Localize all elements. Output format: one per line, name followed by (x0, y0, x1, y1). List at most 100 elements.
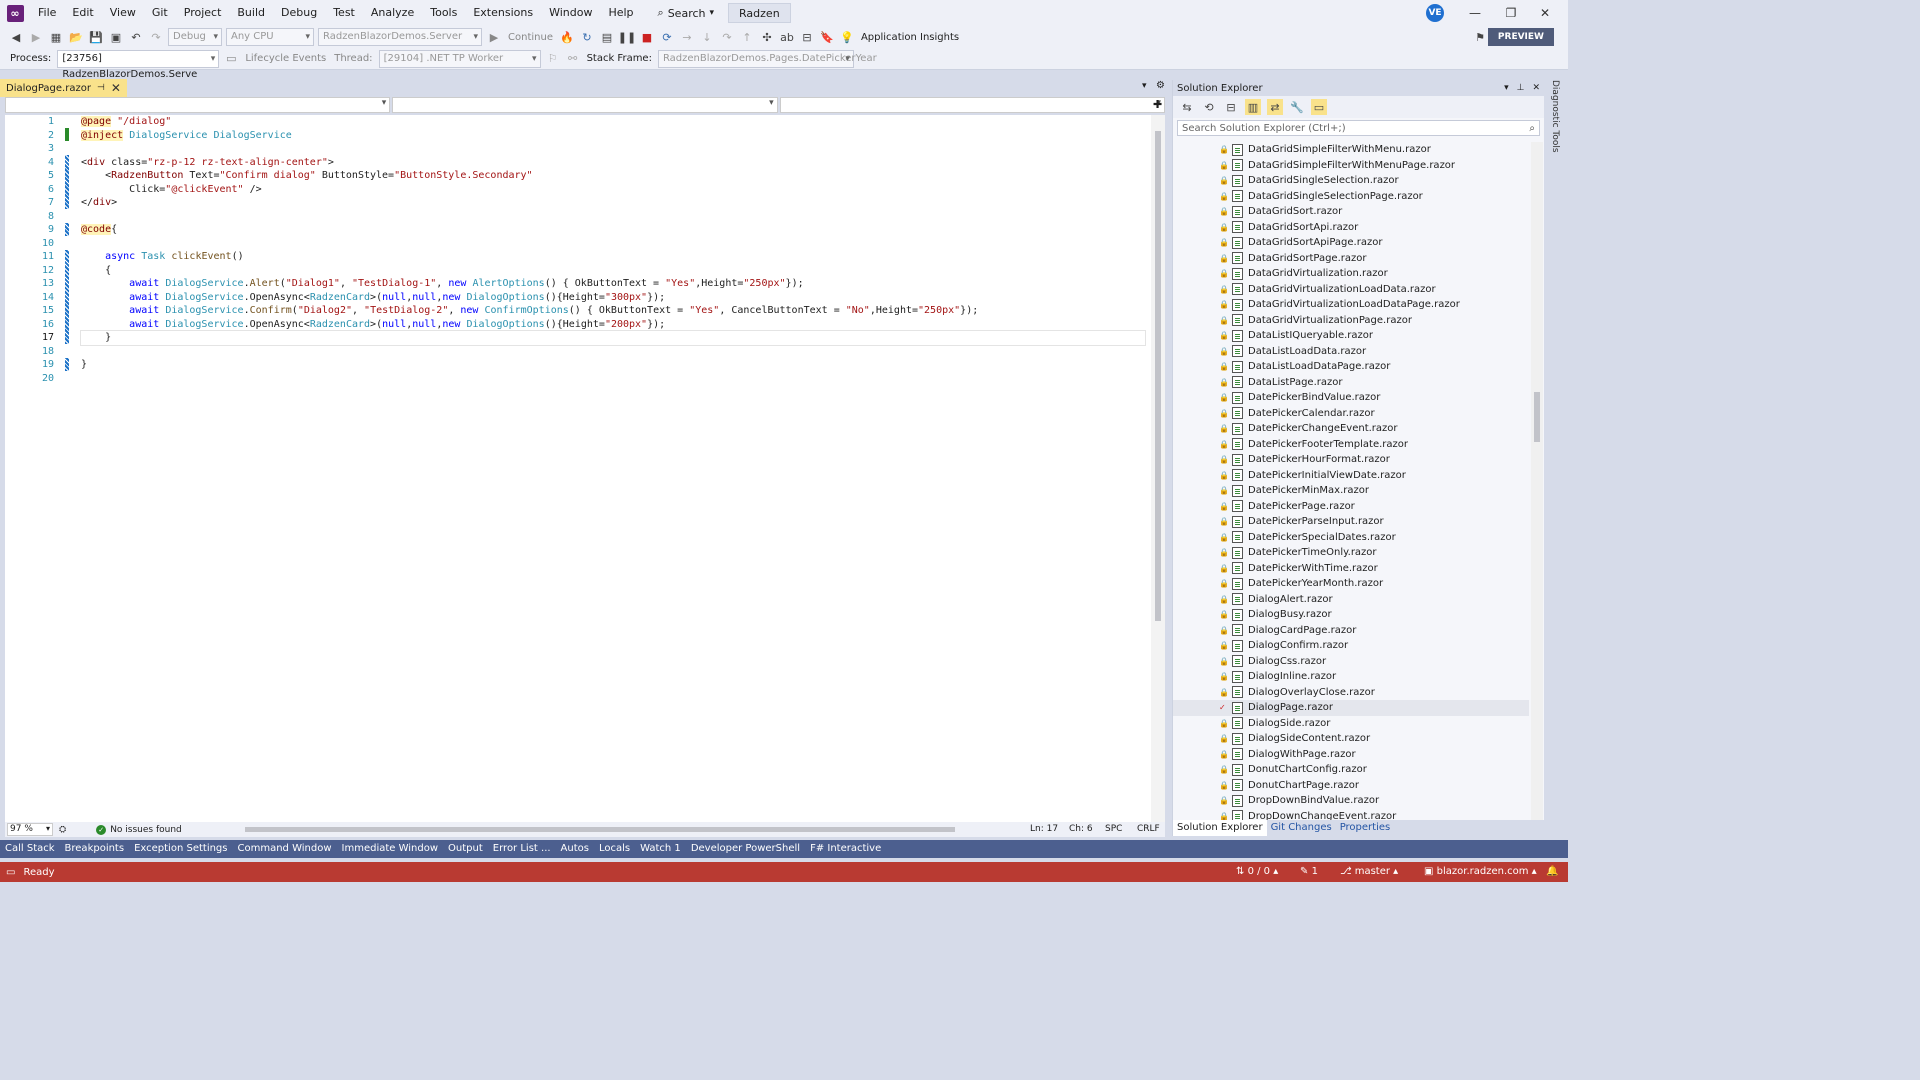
code-line[interactable]: await DialogService.OpenAsync<RadzenCard… (81, 318, 1145, 332)
close-panel-icon[interactable]: ✕ (1532, 83, 1540, 93)
menu-build[interactable]: Build (229, 0, 273, 26)
tool-tab-locals[interactable]: Locals (594, 840, 635, 858)
tree-item[interactable]: 🔒 DonutChartPage.razor (1173, 778, 1529, 794)
flag-thread-icon[interactable]: ⚐ (545, 51, 561, 67)
back-icon[interactable]: ◀ (8, 29, 24, 45)
tab-solution-explorer[interactable]: Solution Explorer (1173, 820, 1267, 836)
code-line[interactable] (81, 210, 1145, 224)
menu-git[interactable]: Git (144, 0, 176, 26)
diagnostics-icon[interactable]: ▤ (599, 29, 615, 45)
menu-file[interactable]: File (30, 0, 64, 26)
code-line[interactable]: { (81, 264, 1145, 278)
save-icon[interactable]: 💾 (88, 29, 104, 45)
git-branch[interactable]: ⎇ master ▴ (1340, 862, 1398, 882)
tree-item[interactable]: 🔒 DataGridSingleSelection.razor (1173, 173, 1529, 189)
open-file-icon[interactable]: 📂 (68, 29, 84, 45)
step-into-icon[interactable]: ↓ (699, 29, 715, 45)
show-next-statement-icon[interactable]: → (679, 29, 695, 45)
code-line[interactable]: await DialogService.Alert("Dialog1", "Te… (81, 277, 1145, 291)
close-window-button[interactable]: ✕ (1522, 0, 1568, 26)
restart-icon[interactable]: ↻ (579, 29, 595, 45)
tree-item[interactable]: 🔒 DropDownChangeEvent.razor (1173, 809, 1529, 820)
menu-edit[interactable]: Edit (64, 0, 101, 26)
close-tab-icon[interactable]: ✕ (111, 81, 121, 95)
spell-check-icon[interactable]: ab (779, 29, 795, 45)
tree-item[interactable]: 🔒 DialogAlert.razor (1173, 592, 1529, 608)
menu-analyze[interactable]: Analyze (363, 0, 422, 26)
collapse-all-icon[interactable]: ⊟ (1223, 99, 1239, 115)
settings-icon[interactable]: ⚙ (1156, 80, 1165, 91)
stop-icon[interactable]: ■ (639, 29, 655, 45)
tool-tab-developer-powershell[interactable]: Developer PowerShell (686, 840, 805, 858)
tool-tab-immediate-window[interactable]: Immediate Window (337, 840, 444, 858)
tree-item[interactable]: 🔒 DatePickerCalendar.razor (1173, 406, 1529, 422)
code-line[interactable]: await DialogService.Confirm("Dialog2", "… (81, 304, 1145, 318)
code-line[interactable]: <div class="rz-p-12 rz-text-align-center… (81, 156, 1145, 170)
window-position-icon[interactable]: ▾ (1504, 83, 1509, 93)
type-dropdown[interactable] (392, 97, 778, 113)
code-line[interactable] (81, 237, 1145, 251)
line-ending-indicator[interactable]: CRLF (1137, 822, 1160, 837)
pin-icon[interactable]: ⊣ (97, 83, 105, 93)
save-all-icon[interactable]: ▣ (108, 29, 124, 45)
document-tab[interactable]: DialogPage.razor ⊣ ✕ (0, 79, 127, 97)
tool-tab-f-interactive[interactable]: F# Interactive (805, 840, 886, 858)
tree-item[interactable]: 🔒 DataGridVirtualizationPage.razor (1173, 313, 1529, 329)
code-line[interactable] (81, 142, 1145, 156)
code-line[interactable]: @code{ (81, 223, 1145, 237)
restart-debug-icon[interactable]: ⟳ (659, 29, 675, 45)
step-out-icon[interactable]: ↑ (739, 29, 755, 45)
tab-git-changes[interactable]: Git Changes (1267, 820, 1336, 836)
tree-item[interactable]: 🔒 DialogSide.razor (1173, 716, 1529, 732)
tree-item[interactable]: 🔒 DataGridVirtualizationLoadData.razor (1173, 282, 1529, 298)
git-repository[interactable]: ▣ blazor.radzen.com ▴ (1424, 862, 1537, 882)
tab-overflow-icon[interactable]: ▾ (1142, 81, 1147, 91)
code-line[interactable]: Click="@clickEvent" /> (81, 183, 1145, 197)
show-all-files-icon[interactable]: ▥ (1245, 99, 1261, 115)
tool-tab-exception-settings[interactable]: Exception Settings (129, 840, 232, 858)
menu-view[interactable]: View (102, 0, 144, 26)
process-select[interactable]: [23756] RadzenBlazorDemos.Serve (57, 49, 220, 80)
tree-item[interactable]: 🔒 DataGridSingleSelectionPage.razor (1173, 189, 1529, 205)
bookmark-icon[interactable]: 🔖 (819, 29, 835, 45)
tree-item[interactable]: 🔒 DatePickerWithTime.razor (1173, 561, 1529, 577)
line-indicator[interactable]: Ln: 17 (1030, 822, 1058, 837)
undo-icon[interactable]: ↶ (128, 29, 144, 45)
sync-active-document-icon[interactable]: ⇄ (1267, 99, 1283, 115)
code-line[interactable]: await DialogService.OpenAsync<RadzenCard… (81, 291, 1145, 305)
tree-item[interactable]: 🔒 DataListIQueryable.razor (1173, 328, 1529, 344)
tree-item[interactable]: 🔒 DatePickerPage.razor (1173, 499, 1529, 515)
tree-item[interactable]: 🔒 DialogOverlayClose.razor (1173, 685, 1529, 701)
menu-window[interactable]: Window (541, 0, 600, 26)
tree-item[interactable]: 🔒 DialogConfirm.razor (1173, 638, 1529, 654)
tree-item[interactable]: 🔒 DatePickerFooterTemplate.razor (1173, 437, 1529, 453)
search-button[interactable]: ⌕ Search ▾ (650, 2, 723, 24)
tree-item[interactable]: 🔒 DatePickerBindValue.razor (1173, 390, 1529, 406)
code-line[interactable] (81, 372, 1145, 386)
pending-changes-filter-icon[interactable]: ⟲ (1201, 99, 1217, 115)
menu-help[interactable]: Help (600, 0, 641, 26)
tool-tab-call-stack[interactable]: Call Stack (0, 840, 60, 858)
tree-item[interactable]: 🔒 DatePickerHourFormat.razor (1173, 452, 1529, 468)
pause-icon[interactable]: ❚❚ (618, 29, 636, 45)
tree-item[interactable]: 🔒 DataGridVirtualization.razor (1173, 266, 1529, 282)
tool-tab-output[interactable]: Output (443, 840, 488, 858)
hot-reload-icon[interactable]: 🔥 (559, 29, 575, 45)
menu-debug[interactable]: Debug (273, 0, 325, 26)
switch-views-icon[interactable]: ⇆ (1179, 99, 1195, 115)
tree-item[interactable]: 🔒 DropDownBindValue.razor (1173, 793, 1529, 809)
continue-button[interactable]: Continue (506, 32, 555, 43)
tree-item[interactable]: 🔒 DonutChartConfig.razor (1173, 762, 1529, 778)
tree-item[interactable]: 🔒 DatePickerMinMax.razor (1173, 483, 1529, 499)
format-icon[interactable]: ⊟ (799, 29, 815, 45)
user-avatar[interactable]: VE (1426, 4, 1444, 22)
tree-item[interactable]: 🔒 DialogWithPage.razor (1173, 747, 1529, 763)
menu-extensions[interactable]: Extensions (465, 0, 541, 26)
code-text[interactable]: @page "/dialog" @inject DialogService Dia… (80, 115, 1146, 386)
platform-select[interactable]: Any CPU (226, 28, 314, 46)
tool-tab-error-list[interactable]: Error List ... (488, 840, 556, 858)
tab-properties[interactable]: Properties (1336, 820, 1395, 836)
tree-item[interactable]: 🔒 DialogBusy.razor (1173, 607, 1529, 623)
code-line[interactable]: </div> (81, 196, 1145, 210)
tree-item[interactable]: 🔒 DatePickerYearMonth.razor (1173, 576, 1529, 592)
